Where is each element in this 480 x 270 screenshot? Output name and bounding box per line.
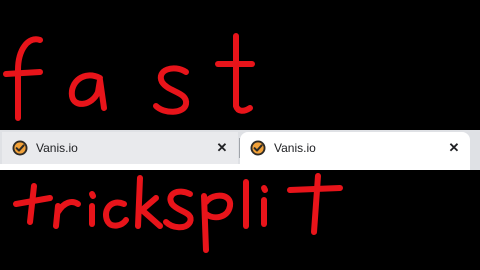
video-thumbnail: Vanis.io ✕ Vanis.io ✕ — [0, 0, 480, 270]
handwritten-scrawl-trickspli — [13, 173, 343, 253]
